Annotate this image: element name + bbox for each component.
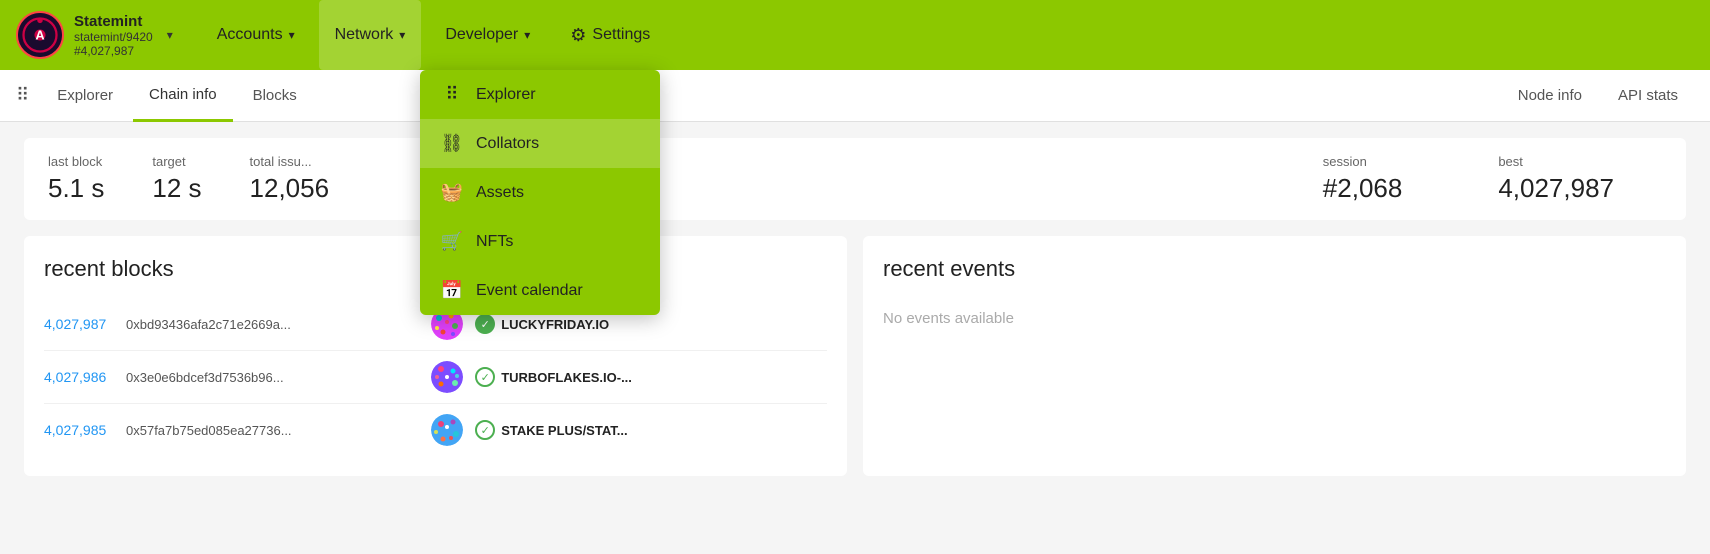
block-status-3: ✓ STAKE PLUS/STAT... (475, 420, 827, 440)
block-hash-2: 0x3e0e6bdcef3d7536b96... (126, 370, 419, 385)
brand-name: Statemint (74, 13, 153, 30)
svg-text:A: A (35, 28, 44, 43)
target-value: 12 s (152, 173, 201, 204)
developer-chevron-icon: ▾ (524, 28, 530, 42)
no-events-message: No events available (883, 298, 1666, 339)
settings-gear-icon: ⚙ (570, 25, 586, 46)
network-chevron-icon: ▾ (399, 28, 405, 42)
block-number-2[interactable]: 4,027,986 (44, 369, 114, 385)
best-value: 4,027,987 (1498, 173, 1614, 204)
session-value: #2,068 (1323, 173, 1403, 204)
brand-subtitle-block: #4,027,987 (74, 44, 153, 58)
brand-subtitle-network: statemint/9420 (74, 30, 153, 44)
recent-events-title: recent events (883, 256, 1666, 282)
total-issuance-label: total issu... (250, 154, 330, 169)
table-row: 4,027,987 0xbd93436afa2c71e2669a... ✓ LU… (44, 298, 827, 351)
top-nav: A Statemint statemint/9420 #4,027,987 ▾ … (0, 0, 1710, 70)
best-label: best (1498, 154, 1614, 169)
session-label: session (1323, 154, 1403, 169)
sub-nav-explorer[interactable]: Explorer (41, 70, 129, 122)
block-avatar-1 (431, 308, 463, 340)
brand-chevron-icon: ▾ (167, 28, 173, 42)
nav-settings[interactable]: ⚙ Settings (554, 0, 666, 70)
accounts-chevron-icon: ▾ (289, 28, 295, 42)
stats-row: last block 5.1 s target 12 s total issu.… (24, 138, 1686, 220)
block-validator-name-1: LUCKYFRIDAY.IO (501, 317, 609, 332)
sub-nav-node-info[interactable]: Node info (1502, 70, 1598, 122)
stats-right: session #2,068 best 4,027,987 (1323, 154, 1662, 204)
stat-target: target 12 s (152, 154, 201, 204)
block-avatar-3 (431, 414, 463, 446)
last-block-label: last block (48, 154, 104, 169)
block-validator-name-3: STAKE PLUS/STAT... (501, 423, 627, 438)
accounts-label: Accounts (217, 26, 283, 44)
nav-accounts[interactable]: Accounts ▾ (201, 0, 311, 70)
content-grid: recent blocks 4,027,987 0xbd93436afa2c71… (24, 236, 1686, 476)
nav-network[interactable]: Network ▾ (319, 0, 422, 70)
developer-label: Developer (445, 26, 518, 44)
block-status-2: ✓ TURBOFLAKES.IO-... (475, 367, 827, 387)
block-avatar-2 (431, 361, 463, 393)
sub-nav: ⠿ Explorer Chain info Blocks Node info A… (0, 70, 1710, 122)
total-issuance-value: 12,056 (250, 173, 330, 204)
block-validator-name-2: TURBOFLAKES.IO-... (501, 370, 632, 385)
check-outline-icon-2: ✓ (475, 367, 495, 387)
recent-blocks-card: recent blocks 4,027,987 0xbd93436afa2c71… (24, 236, 847, 476)
brand-avatar: A (16, 11, 64, 59)
stat-total-issuance: total issu... 12,056 (250, 154, 330, 204)
nav-developer[interactable]: Developer ▾ (429, 0, 546, 70)
target-label: target (152, 154, 201, 169)
table-row: 4,027,985 0x57fa7b75ed085ea27736... ✓ ST… (44, 404, 827, 456)
check-outline-icon-3: ✓ (475, 420, 495, 440)
sub-nav-chain-info[interactable]: Chain info (133, 70, 233, 122)
sub-nav-right: Node info API stats (1502, 70, 1694, 122)
stat-best: best 4,027,987 (1498, 154, 1614, 204)
sub-nav-api-stats[interactable]: API stats (1602, 70, 1694, 122)
block-status-1: ✓ LUCKYFRIDAY.IO (475, 314, 827, 334)
block-number-3[interactable]: 4,027,985 (44, 422, 114, 438)
stat-last-block: last block 5.1 s (48, 154, 104, 204)
recent-blocks-title: recent blocks (44, 256, 827, 282)
grid-apps-icon[interactable]: ⠿ (16, 85, 29, 106)
brand-section[interactable]: A Statemint statemint/9420 #4,027,987 ▾ (16, 11, 173, 59)
network-label: Network (335, 26, 394, 44)
stat-session: session #2,068 (1323, 154, 1403, 204)
brand-info: Statemint statemint/9420 #4,027,987 (74, 13, 153, 58)
check-icon-1: ✓ (475, 314, 495, 334)
table-row: 4,027,986 0x3e0e6bdcef3d7536b96... ✓ TUR… (44, 351, 827, 404)
main-content: last block 5.1 s target 12 s total issu.… (0, 122, 1710, 492)
block-number-1[interactable]: 4,027,987 (44, 316, 114, 332)
block-hash-1: 0xbd93436afa2c71e2669a... (126, 317, 419, 332)
last-block-value: 5.1 s (48, 173, 104, 204)
block-hash-3: 0x57fa7b75ed085ea27736... (126, 423, 419, 438)
recent-events-card: recent events No events available (863, 236, 1686, 476)
sub-nav-blocks[interactable]: Blocks (237, 70, 313, 122)
settings-label: Settings (592, 26, 650, 44)
